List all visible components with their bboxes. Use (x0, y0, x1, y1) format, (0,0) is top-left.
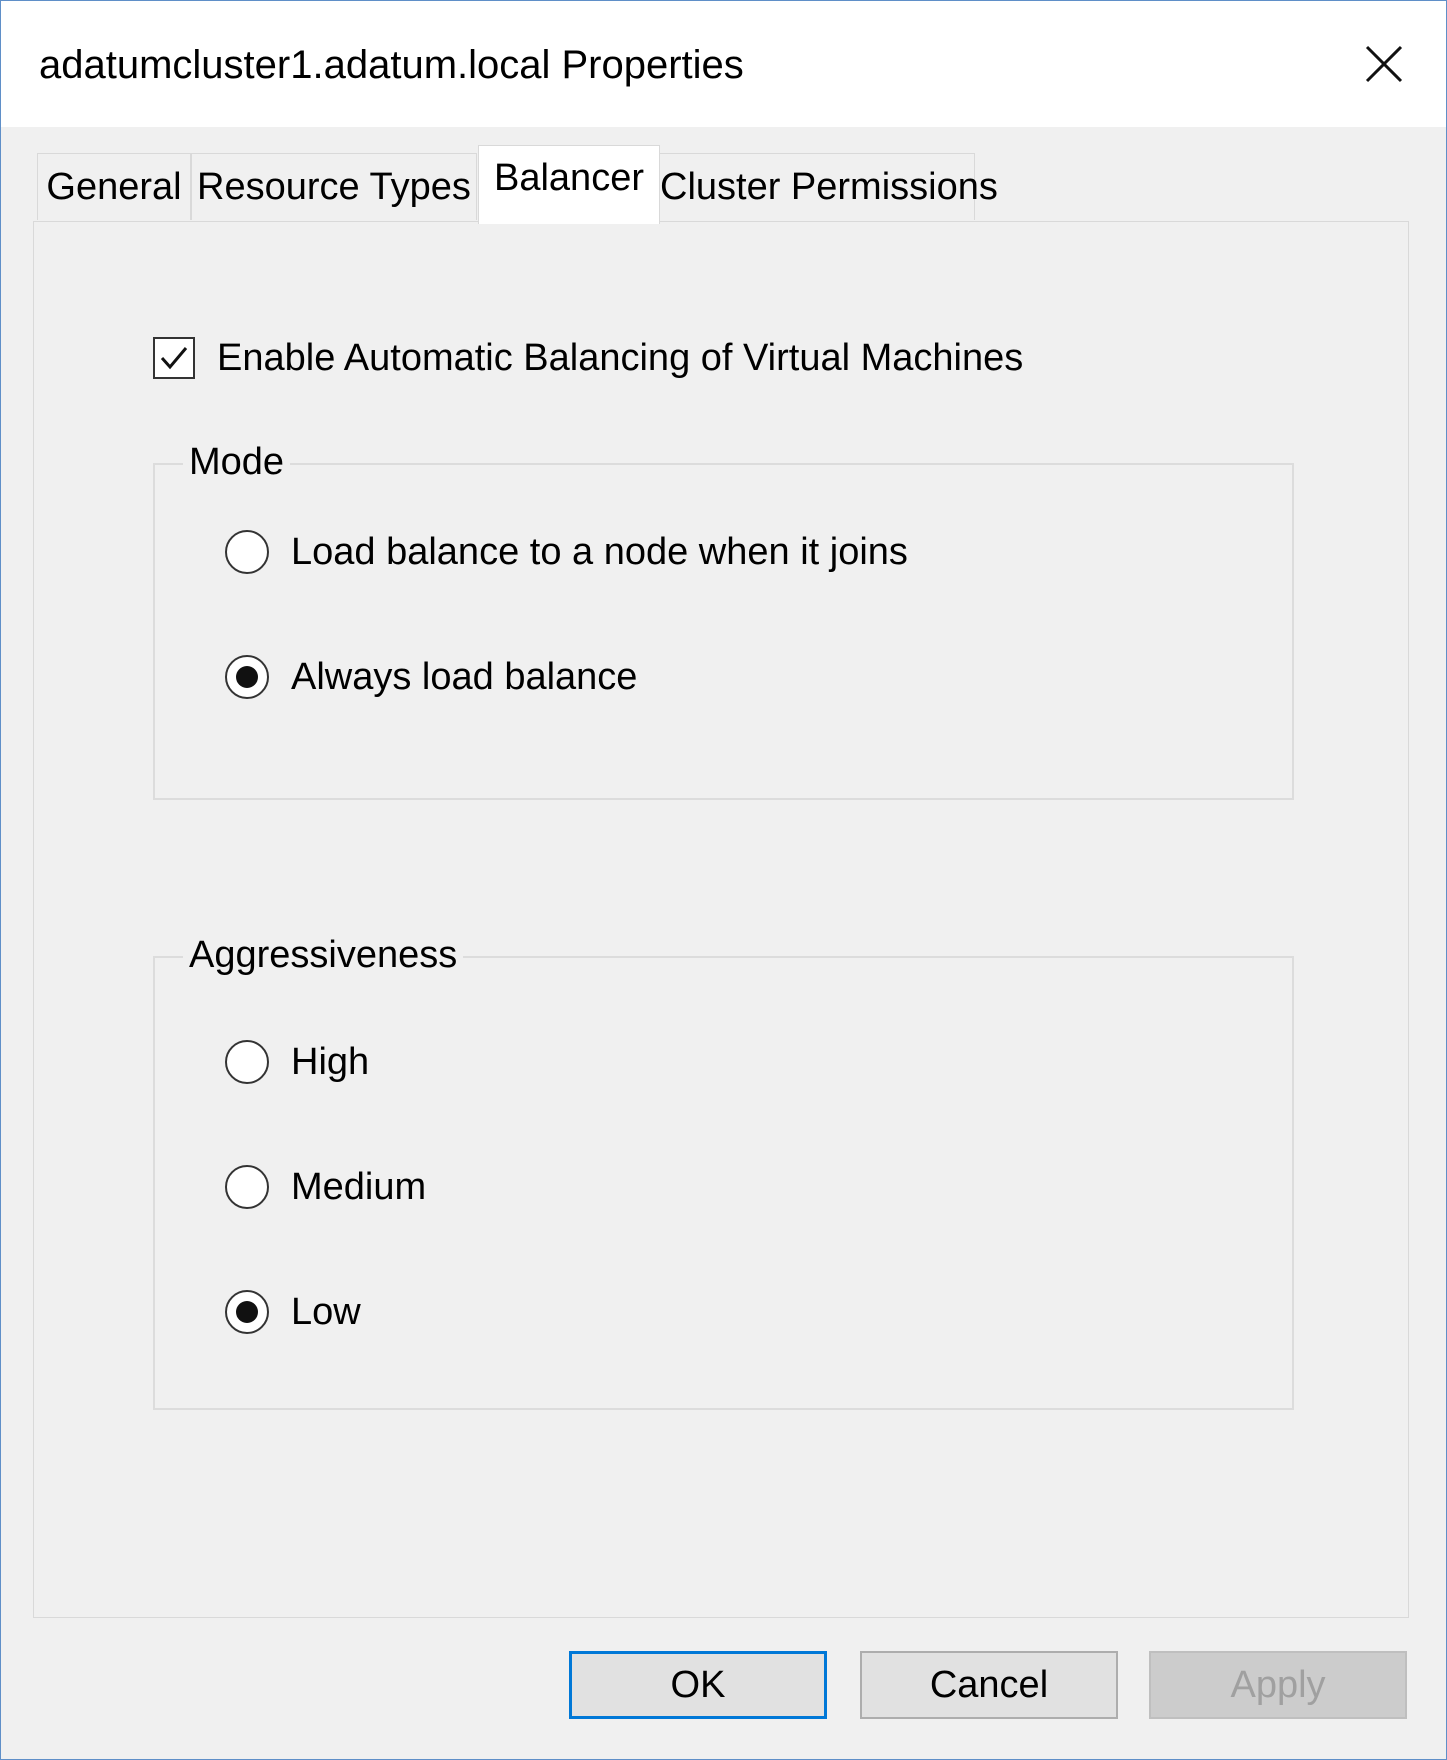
tab-resource-types[interactable]: Resource Types (191, 153, 477, 220)
radio-button[interactable] (225, 1165, 269, 1209)
aggressiveness-option-label: Medium (291, 1166, 427, 1208)
aggressiveness-group-label: Aggressiveness (183, 930, 464, 980)
window-title: adatumcluster1.adatum.local Properties (39, 43, 744, 87)
enable-auto-balancing-checkbox[interactable]: Enable Automatic Balancing of Virtual Ma… (153, 335, 1023, 381)
title-bar: adatumcluster1.adatum.local Properties (1, 1, 1446, 127)
aggressiveness-option-high[interactable]: High (225, 1037, 369, 1087)
mode-group-label: Mode (183, 437, 291, 487)
tab-general[interactable]: General (37, 153, 191, 220)
mode-option-label: Always load balance (291, 656, 638, 698)
ok-button[interactable]: OK (569, 1651, 827, 1719)
radio-selected-dot (236, 1301, 258, 1323)
mode-option-load-balance-on-join[interactable]: Load balance to a node when it joins (225, 527, 908, 577)
apply-button[interactable]: Apply (1149, 1651, 1407, 1719)
close-button[interactable] (1339, 29, 1429, 99)
properties-dialog: adatumcluster1.adatum.local Properties G… (0, 0, 1447, 1760)
aggressiveness-groupbox: Aggressiveness High Medium Low (153, 930, 1294, 1410)
checkbox-box[interactable] (153, 337, 195, 379)
mode-groupbox: Mode Load balance to a node when it join… (153, 437, 1294, 800)
radio-selected-dot (236, 666, 258, 688)
mode-option-label: Load balance to a node when it joins (291, 531, 908, 573)
radio-button[interactable] (225, 655, 269, 699)
radio-button[interactable] (225, 1290, 269, 1334)
close-icon (1365, 45, 1403, 83)
cancel-button[interactable]: Cancel (860, 1651, 1118, 1719)
radio-button[interactable] (225, 1040, 269, 1084)
checkmark-icon (160, 347, 188, 370)
aggressiveness-option-medium[interactable]: Medium (225, 1162, 426, 1212)
radio-button[interactable] (225, 530, 269, 574)
mode-option-always-load-balance[interactable]: Always load balance (225, 652, 637, 702)
aggressiveness-option-low[interactable]: Low (225, 1287, 361, 1337)
aggressiveness-option-label: Low (291, 1291, 361, 1333)
aggressiveness-option-label: High (291, 1041, 370, 1083)
tab-balancer[interactable]: Balancer (478, 145, 660, 224)
tab-cluster-permissions[interactable]: Cluster Permissions (659, 153, 998, 220)
enable-auto-balancing-label: Enable Automatic Balancing of Virtual Ma… (217, 337, 1024, 379)
